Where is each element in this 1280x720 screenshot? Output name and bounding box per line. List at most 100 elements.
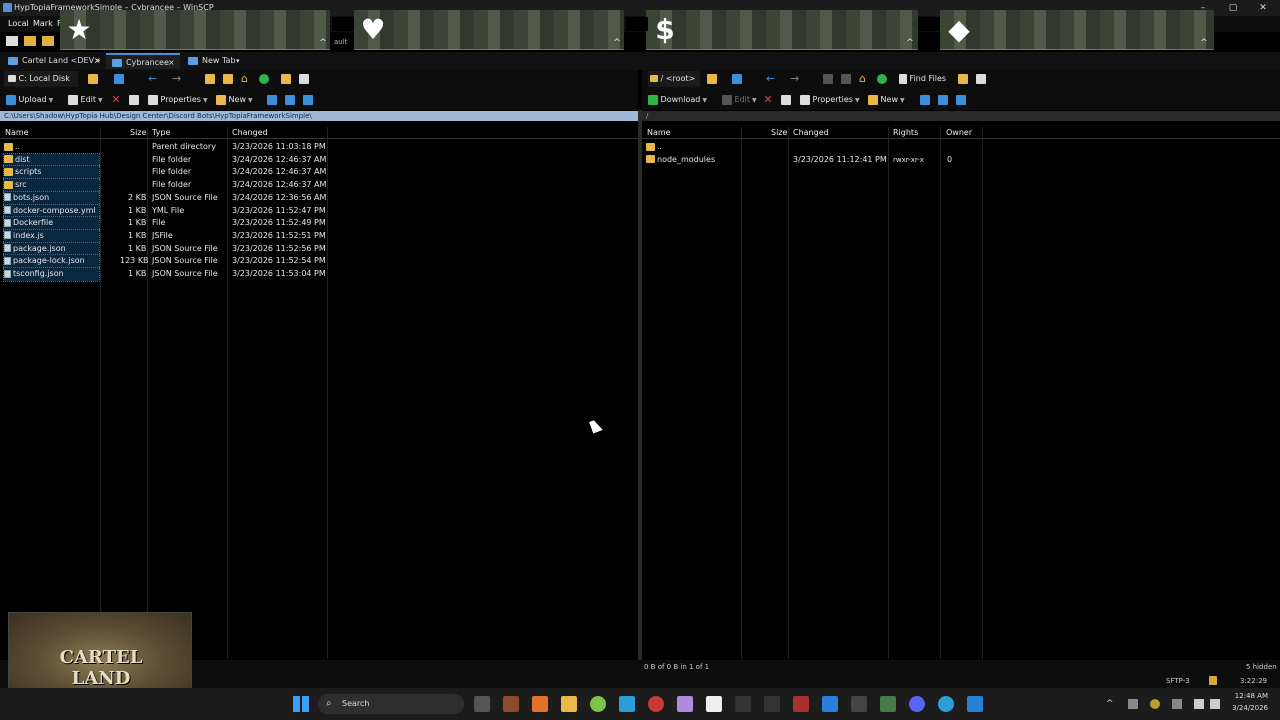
parent-dir-icon[interactable] bbox=[205, 74, 215, 84]
select-minus-icon[interactable] bbox=[938, 95, 948, 105]
tray-chevron-icon[interactable]: ^ bbox=[1106, 699, 1114, 709]
list-item[interactable]: src File folder 3/24/2026 12:46:37 AM bbox=[0, 178, 638, 193]
toolbar-icon[interactable] bbox=[24, 36, 36, 46]
back-icon[interactable]: ← bbox=[766, 73, 776, 84]
telegram-icon[interactable] bbox=[619, 696, 635, 712]
list-item[interactable]: Dockerfile 1 KB File 3/23/2026 11:52:49 PM bbox=[0, 216, 638, 231]
upload-button[interactable]: Upload ▼ bbox=[6, 92, 53, 108]
root-dir-icon[interactable] bbox=[841, 74, 851, 84]
open-folder-icon[interactable] bbox=[707, 74, 717, 84]
list-item[interactable]: tsconfig.json 1 KB JSON Source File 3/23/20… bbox=[0, 267, 638, 282]
filter-icon[interactable] bbox=[114, 74, 124, 84]
list-item[interactable]: bots.json 2 KB JSON Source File 3/24/2026 1… bbox=[0, 190, 638, 206]
new-button-remote[interactable]: New ▼ bbox=[868, 92, 905, 108]
view-icon[interactable] bbox=[976, 74, 986, 84]
winscp-taskbar-icon[interactable] bbox=[880, 696, 896, 712]
new-button[interactable]: New ▼ bbox=[216, 92, 253, 108]
properties-button-remote[interactable]: Properties ▼ bbox=[800, 92, 860, 108]
app-icon[interactable] bbox=[967, 696, 983, 712]
forward-icon[interactable]: → bbox=[790, 73, 800, 84]
col-type[interactable]: Type bbox=[152, 127, 170, 139]
notepad-icon[interactable] bbox=[706, 696, 722, 712]
select-plus-icon[interactable] bbox=[267, 95, 277, 105]
list-item[interactable]: .. bbox=[642, 141, 1280, 154]
delete-icon[interactable]: ✕ bbox=[763, 94, 773, 105]
edge-icon[interactable] bbox=[938, 696, 954, 712]
list-item[interactable]: node_modules 3/23/2026 11:12:41 PM rwxr-xr… bbox=[642, 154, 1280, 167]
clock-time[interactable]: 12:48 AM bbox=[1228, 692, 1268, 700]
delete-icon[interactable]: ✕ bbox=[111, 94, 121, 105]
local-path-bar[interactable]: C:\Users\Shadow\HypTopia Hub\Design Cent… bbox=[0, 111, 638, 121]
maximize-button[interactable]: ▢ bbox=[1218, 0, 1248, 16]
menu-mark[interactable]: Mark bbox=[33, 19, 53, 28]
list-item[interactable]: scripts File folder 3/24/2026 12:46:37 AM bbox=[0, 165, 638, 181]
forward-icon[interactable]: → bbox=[172, 73, 182, 84]
home-icon[interactable]: ⌂ bbox=[859, 73, 869, 84]
select-minus-icon[interactable] bbox=[285, 95, 295, 105]
rename-icon[interactable] bbox=[129, 95, 139, 105]
pane-splitter[interactable] bbox=[638, 110, 642, 660]
taskbar-search-box[interactable]: ⌕ Search bbox=[318, 694, 464, 714]
close-window-button[interactable]: ✕ bbox=[1248, 0, 1278, 16]
back-icon[interactable]: ← bbox=[148, 73, 158, 84]
tray-icon[interactable] bbox=[1128, 699, 1138, 709]
col-rights[interactable]: Rights bbox=[893, 127, 918, 139]
filter-select-icon[interactable] bbox=[303, 95, 313, 105]
windows-start-icon[interactable] bbox=[293, 696, 309, 712]
app-icon[interactable] bbox=[764, 696, 780, 712]
sync-icon[interactable] bbox=[958, 74, 968, 84]
menu-local[interactable]: Local bbox=[8, 19, 29, 28]
view-icon[interactable] bbox=[299, 74, 309, 84]
list-item[interactable]: package.json 1 KB JSON Source File 3/23/202… bbox=[0, 241, 638, 257]
toolbar-icon[interactable] bbox=[42, 36, 54, 46]
monitor-icon[interactable] bbox=[1194, 699, 1204, 709]
col-owner[interactable]: Owner bbox=[946, 127, 972, 139]
app-icon[interactable] bbox=[532, 696, 548, 712]
edit-button-remote[interactable]: Edit ▼ bbox=[722, 92, 757, 108]
filter-select-icon[interactable] bbox=[956, 95, 966, 105]
app-icon[interactable] bbox=[735, 696, 751, 712]
refresh-icon[interactable] bbox=[877, 74, 887, 84]
list-item[interactable]: index.js 1 KB JSFile 3/23/2026 11:52:51 PM bbox=[0, 228, 638, 244]
refresh-icon[interactable] bbox=[259, 74, 269, 84]
app-icon[interactable] bbox=[590, 696, 606, 712]
col-changed[interactable]: Changed bbox=[232, 127, 268, 139]
chevron-down-icon[interactable]: ▾ bbox=[236, 53, 240, 69]
col-name[interactable]: Name bbox=[5, 127, 29, 139]
clock-date[interactable]: 3/24/2026 bbox=[1228, 704, 1268, 712]
list-item[interactable]: .. Parent directory 3/23/2026 11:03:18 PM bbox=[0, 141, 638, 154]
tab-cartel-land[interactable]: Cartel Land <DEV> × bbox=[2, 53, 104, 69]
tray-icon[interactable] bbox=[1172, 699, 1182, 709]
file-explorer-icon[interactable] bbox=[561, 696, 577, 712]
home-icon[interactable]: ⌂ bbox=[241, 73, 251, 84]
select-plus-icon[interactable] bbox=[920, 95, 930, 105]
remote-dir-select[interactable]: / <root> bbox=[648, 71, 700, 87]
list-item[interactable]: docker-compose.yml 1 KB YML File 3/23/2026 … bbox=[0, 203, 638, 219]
app-icon[interactable] bbox=[677, 696, 693, 712]
col-name[interactable]: Name bbox=[647, 127, 671, 139]
properties-button[interactable]: Properties ▼ bbox=[148, 92, 208, 108]
volume-icon[interactable] bbox=[1210, 699, 1220, 709]
rename-icon[interactable] bbox=[781, 95, 791, 105]
find-files-button[interactable]: Find Files bbox=[899, 71, 946, 87]
col-changed[interactable]: Changed bbox=[793, 127, 829, 139]
app-icon[interactable] bbox=[851, 696, 867, 712]
list-item[interactable]: dist File folder 3/24/2026 12:46:37 AM bbox=[0, 152, 638, 168]
remote-path-bar[interactable]: / bbox=[642, 111, 1280, 121]
sync-icon[interactable] bbox=[281, 74, 291, 84]
tab-close-icon[interactable]: × bbox=[94, 53, 101, 69]
col-size[interactable]: Size bbox=[771, 127, 787, 139]
tab-close-icon[interactable]: × bbox=[168, 55, 175, 71]
root-dir-icon[interactable] bbox=[223, 74, 233, 84]
opera-icon[interactable] bbox=[648, 696, 664, 712]
tab-new[interactable]: New Tab ▾ bbox=[182, 53, 246, 69]
download-button[interactable]: Download ▼ bbox=[648, 92, 707, 108]
edit-button[interactable]: Edit ▼ bbox=[68, 92, 103, 108]
app-icon[interactable] bbox=[503, 696, 519, 712]
toolbar-icon[interactable] bbox=[6, 36, 18, 46]
open-folder-icon[interactable] bbox=[88, 74, 98, 84]
local-drive-select[interactable]: C: Local Disk bbox=[4, 71, 78, 87]
app-icon[interactable] bbox=[793, 696, 809, 712]
filter-icon[interactable] bbox=[732, 74, 742, 84]
list-item[interactable]: package-lock.json 123 KB JSON Source File 3… bbox=[0, 254, 638, 269]
